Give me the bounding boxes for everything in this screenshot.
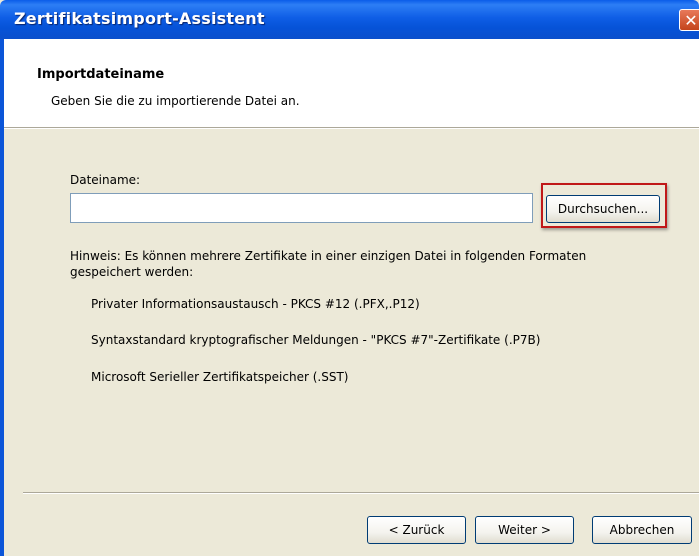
format-item: Microsoft Serieller Zertifikatspeicher (… [91, 370, 349, 384]
close-icon[interactable]: ✕ [679, 9, 699, 31]
page-title: Importdateiname [37, 67, 165, 82]
filename-input[interactable] [70, 193, 533, 223]
hint-text-line-2: gespeichert werden: [70, 265, 194, 279]
page-subtitle: Geben Sie die zu importierende Datei an. [51, 94, 300, 108]
hint-text-line-1: Hinweis: Es können mehrere Zertifikate i… [70, 249, 587, 263]
next-button[interactable]: Weiter > [475, 516, 574, 544]
cancel-button[interactable]: Abbrechen [592, 516, 692, 544]
filename-label: Dateiname: [70, 173, 141, 187]
header-divider [4, 127, 699, 129]
footer-divider [23, 492, 699, 494]
browse-button[interactable]: Durchsuchen... [546, 195, 660, 223]
format-item: Syntaxstandard kryptografischer Meldunge… [91, 333, 541, 347]
back-button[interactable]: < Zurück [367, 516, 466, 544]
window-title: Zertifikatsimport-Assistent [14, 9, 265, 28]
title-bar[interactable]: Zertifikatsimport-Assistent ✕ [0, 0, 699, 39]
certificate-import-wizard-window: Zertifikatsimport-Assistent ✕ Importdate… [0, 0, 699, 556]
wizard-header: Importdateiname Geben Sie die zu importi… [4, 39, 699, 127]
format-item: Privater Informationsaustausch - PKCS #1… [91, 297, 420, 311]
